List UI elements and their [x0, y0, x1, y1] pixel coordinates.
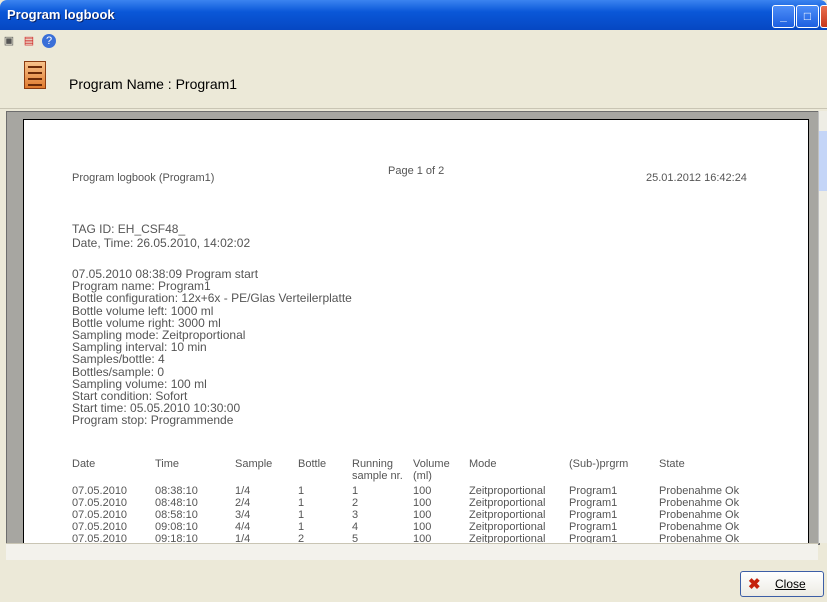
table-cell: 07.05.2010 — [72, 497, 128, 509]
table-cell: 100 — [413, 497, 432, 509]
table-header: Volume — [413, 458, 450, 470]
table-header: Running — [352, 458, 393, 470]
table-cell: 1 — [298, 497, 305, 509]
logbook-icon — [24, 61, 46, 89]
table-cell: Zeitproportional — [469, 497, 546, 509]
table-cell: 2/4 — [235, 497, 251, 509]
maximize-button[interactable]: □ — [796, 5, 819, 28]
table-cell: 3/4 — [235, 509, 251, 521]
table-cell: 1 — [298, 521, 305, 533]
table-cell: 4/4 — [235, 521, 251, 533]
table-cell: 1/4 — [235, 485, 251, 497]
table-header-line2: (ml) — [413, 470, 432, 482]
report-title: Program logbook (Program1) — [72, 172, 215, 184]
table-cell: Probenahme Ok — [659, 497, 740, 509]
scroll-thumb[interactable] — [819, 131, 827, 191]
table-cell: 100 — [413, 485, 432, 497]
table-header: Date — [72, 458, 96, 470]
table-cell: 08:38:10 — [155, 485, 198, 497]
table-cell: 1 — [298, 509, 305, 521]
horizontal-scrollbar[interactable] — [6, 543, 818, 560]
print-icon[interactable]: ▣ — [2, 34, 16, 48]
toolbar: ▣ ▤ ? — [0, 30, 827, 52]
program-header: Program Name : Program1 — [0, 52, 827, 109]
table-cell: Program1 — [569, 509, 618, 521]
table-cell: 100 — [413, 509, 432, 521]
close-icon: ✖ — [748, 576, 761, 593]
report-timestamp: 25.01.2012 16:42:24 — [646, 172, 747, 184]
table-cell: 100 — [413, 521, 432, 533]
table-cell: 07.05.2010 — [72, 521, 128, 533]
date-time: Date, Time: 26.05.2010, 14:02:02 — [72, 236, 251, 250]
table-header: (Sub-)prgrm — [569, 458, 629, 470]
page-indicator: Page 1 of 2 — [388, 165, 445, 177]
info-line: Program stop: Programmende — [72, 413, 234, 428]
table-cell: 08:48:10 — [155, 497, 198, 509]
table-cell: Zeitproportional — [469, 521, 546, 533]
window-title: Program logbook — [7, 7, 115, 22]
vertical-scrollbar[interactable] — [818, 111, 827, 543]
table-header: Bottle — [298, 458, 327, 470]
window-close-button[interactable] — [820, 5, 827, 28]
table-header-line2: sample nr. — [352, 470, 403, 482]
close-label: Close — [775, 577, 806, 591]
program-name-label: Program Name : Program1 — [69, 76, 238, 92]
table-header: Sample — [235, 458, 273, 470]
pdf-icon[interactable]: ▤ — [22, 34, 36, 48]
table-cell: Probenahme Ok — [659, 509, 740, 521]
close-button[interactable]: ✖ Close — [740, 571, 824, 597]
table-cell: 3 — [352, 509, 359, 521]
table-cell: Probenahme Ok — [659, 521, 740, 533]
table-cell: Zeitproportional — [469, 509, 546, 521]
report-page: Page 1 of 2 Program logbook (Program1) 2… — [23, 119, 809, 544]
table-cell: 4 — [352, 521, 359, 533]
table-cell: Probenahme Ok — [659, 485, 740, 497]
table-cell: Program1 — [569, 521, 618, 533]
report-viewer[interactable]: Page 1 of 2 Program logbook (Program1) 2… — [6, 111, 820, 545]
minimize-button[interactable]: _ — [772, 5, 795, 28]
table-cell: 1 — [352, 485, 359, 497]
table-cell: 2 — [352, 497, 359, 509]
table-header: Time — [155, 458, 180, 470]
table-cell: 07.05.2010 — [72, 485, 128, 497]
table-header: State — [659, 458, 685, 470]
table-cell: 08:58:10 — [155, 509, 198, 521]
table-cell: 1 — [298, 485, 305, 497]
table-cell: 09:08:10 — [155, 521, 198, 533]
table-cell: 07.05.2010 — [72, 509, 128, 521]
title-bar: Program logbook _ □ — [0, 0, 827, 30]
table-cell: Zeitproportional — [469, 485, 546, 497]
tag-id: TAG ID: EH_CSF48_ — [72, 222, 186, 236]
table-cell: Program1 — [569, 497, 618, 509]
table-cell: Program1 — [569, 485, 618, 497]
table-header: Mode — [469, 458, 497, 470]
help-icon[interactable]: ? — [42, 34, 56, 48]
